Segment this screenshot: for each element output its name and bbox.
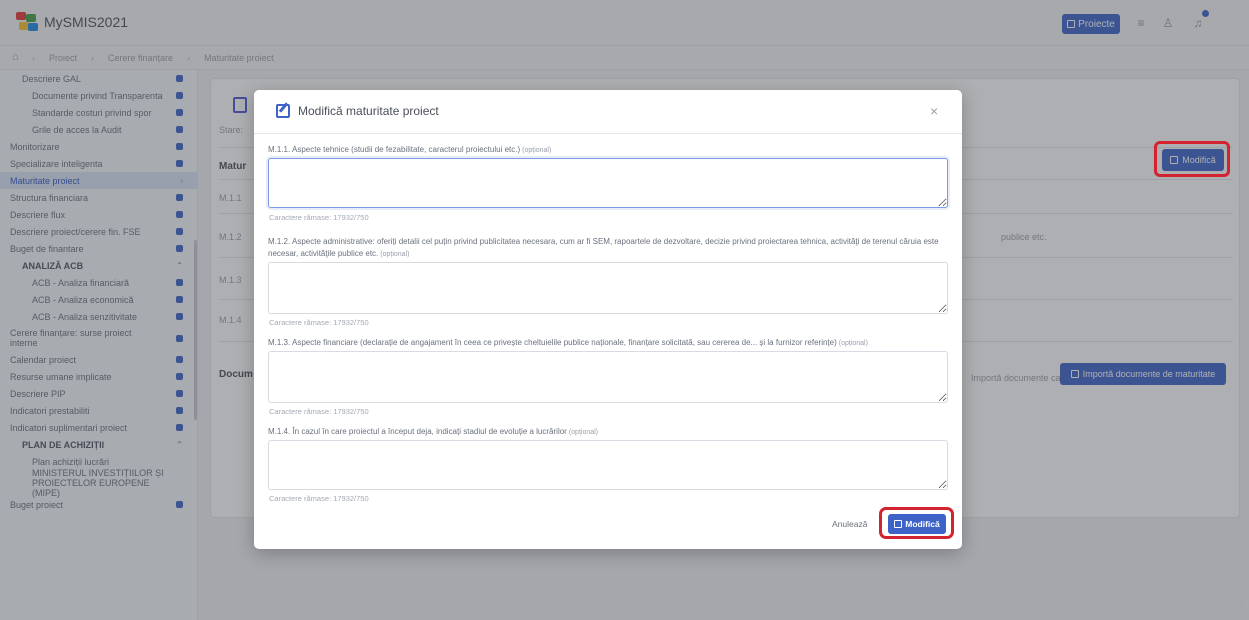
field-label-m13: M.1.3. Aspecte financiare (declarație de… — [268, 337, 948, 350]
field-label-text: M.1.4. În cazul în care proiectul a înce… — [268, 427, 567, 436]
m12-textarea[interactable] — [268, 262, 948, 314]
close-icon[interactable]: × — [930, 103, 938, 119]
modal-footer: Anulează Modifică — [254, 502, 962, 549]
m14-textarea[interactable] — [268, 440, 948, 490]
field-label-m12: M.1.2. Aspecte administrative: oferiți d… — [268, 236, 948, 261]
modal-title: Modifică maturitate proiect — [298, 104, 439, 118]
field-label-text: M.1.3. Aspecte financiare (declarație de… — [268, 338, 837, 347]
optional-tag: (opțional) — [568, 429, 599, 436]
field-label-text: M.1.1. Aspecte tehnice (studii de fezabi… — [268, 145, 521, 154]
field-label-m14: M.1.4. În cazul în care proiectul a înce… — [268, 426, 948, 439]
optional-tag: (opțional) — [380, 251, 410, 258]
char-counter: Caractere rămase: 17932/750 — [269, 213, 369, 222]
char-counter: Caractere rămase: 17932/750 — [269, 407, 369, 416]
modal-header: Modifică maturitate proiect × — [254, 90, 962, 134]
optional-tag: (opțional) — [522, 147, 552, 154]
field-label-text: M.1.2. Aspecte administrative: oferiți d… — [268, 237, 939, 258]
cancel-button[interactable]: Anulează — [832, 519, 867, 529]
edit-icon — [276, 104, 290, 118]
scroll-indicator-icon[interactable]: › — [1240, 598, 1243, 608]
field-label-m11: M.1.1. Aspecte tehnice (studii de fezabi… — [268, 144, 948, 157]
highlight-box — [1154, 141, 1230, 177]
highlight-box — [879, 507, 954, 539]
char-counter: Caractere rămase: 17932/750 — [269, 318, 369, 327]
m13-textarea[interactable] — [268, 351, 948, 403]
m11-textarea[interactable] — [268, 158, 948, 208]
edit-maturity-modal: Modifică maturitate proiect × M.1.1. Asp… — [254, 90, 962, 549]
optional-tag: (opțional) — [838, 340, 868, 347]
